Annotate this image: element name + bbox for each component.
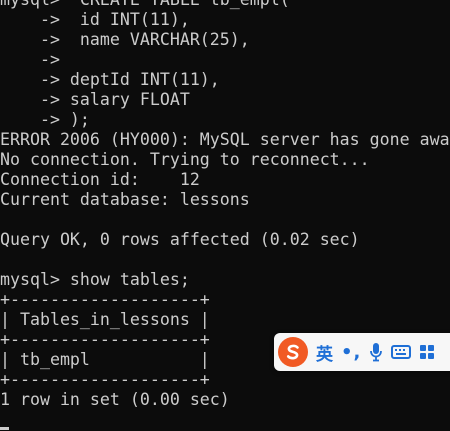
console-line: +-------------------+ xyxy=(0,290,210,309)
sogou-s-logo-icon[interactable] xyxy=(278,337,308,367)
console-line: -> ); xyxy=(0,110,90,129)
keyboard-icon[interactable] xyxy=(391,337,412,367)
sogou-s-glyph xyxy=(286,344,299,360)
ime-punctuation-toggle[interactable]: •, xyxy=(341,337,361,367)
console-line: 1 row in set (0.00 sec) xyxy=(0,390,230,409)
microphone-icon[interactable] xyxy=(369,337,383,367)
console-line: Query OK, 0 rows affected (0.02 sec) xyxy=(0,230,360,249)
console-line: -> salary FLOAT xyxy=(0,90,190,109)
console-line: -> name VARCHAR(25), xyxy=(0,30,250,49)
cursor-line xyxy=(0,410,450,430)
ime-toolbar[interactable]: 英 •, xyxy=(274,333,450,371)
console-line: | Tables_in_lessons | xyxy=(0,310,210,329)
console-line: Connection id: 12 xyxy=(0,170,200,189)
console-line: -> id INT(11), xyxy=(0,10,190,29)
more-icon[interactable] xyxy=(419,337,435,367)
console-line: -> deptId INT(11), xyxy=(0,70,220,89)
ime-language-toggle[interactable]: 英 xyxy=(316,337,333,367)
console-line: mysql> CREATE TABLE tb_empl( xyxy=(0,0,450,10)
console-line: mysql> show tables; xyxy=(0,270,190,289)
console-line: ERROR 2006 (HY000): MySQL server has gon… xyxy=(0,130,450,149)
terminal-window: mysql> CREATE TABLE tb_empl( -> id INT(1… xyxy=(0,0,450,431)
console-line: +-------------------+ xyxy=(0,370,210,389)
console-line: No connection. Trying to reconnect... xyxy=(0,150,370,169)
console-line: -> xyxy=(0,50,60,69)
text-cursor xyxy=(0,427,9,430)
console-line: Current database: lessons xyxy=(0,190,250,209)
